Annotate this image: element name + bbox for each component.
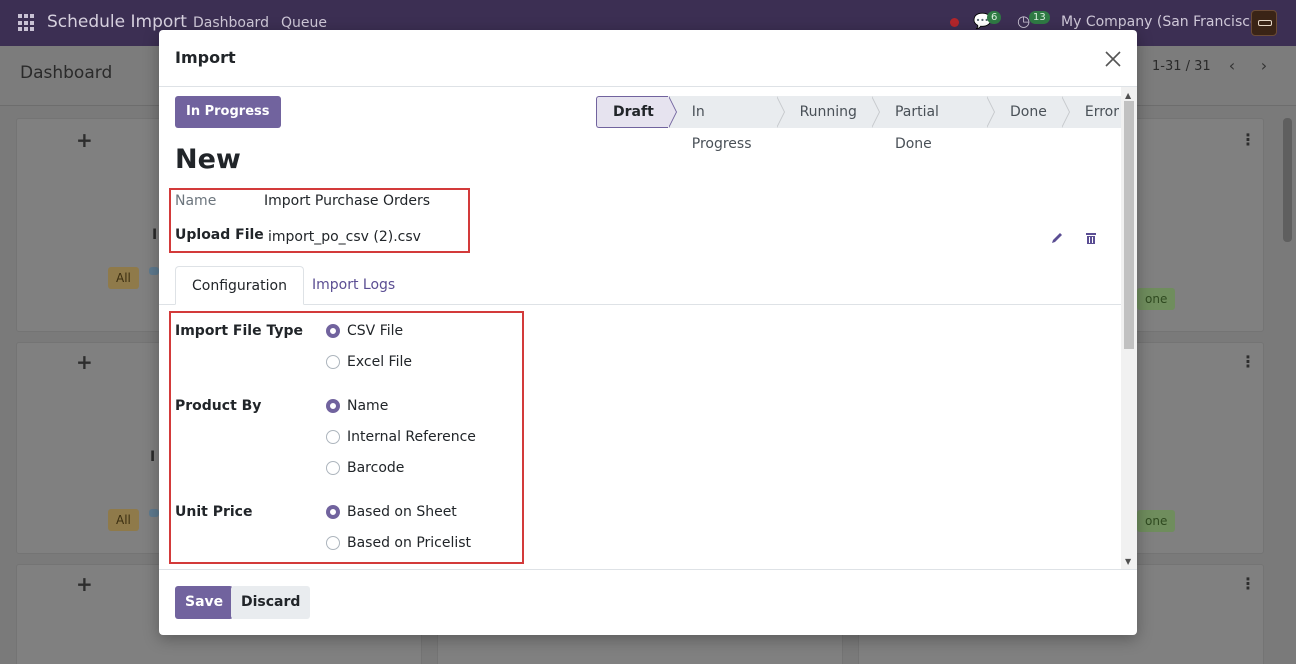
activities-icon[interactable]: ◷ <box>1017 12 1030 30</box>
scroll-down-icon[interactable]: ▼ <box>1125 557 1131 566</box>
radio-unchecked-icon[interactable] <box>326 355 340 369</box>
radio-label: Barcode <box>347 460 405 476</box>
stage-partial-done[interactable]: Partial Done <box>870 96 996 152</box>
upload-file-field[interactable]: import_po_csv (2).csv <box>268 229 421 245</box>
add-icon[interactable]: + <box>76 572 93 596</box>
status-dot-icon <box>950 18 959 27</box>
radio-based-on-pricelist[interactable]: Based on Pricelist <box>326 535 471 551</box>
stage-label: Partial Done <box>894 104 939 152</box>
radio-label: Based on Pricelist <box>347 535 472 551</box>
stage-label: Running <box>799 104 857 120</box>
pager-previous-icon[interactable]: ‹ <box>1219 56 1245 78</box>
radio-unchecked-icon[interactable] <box>326 461 340 475</box>
name-label: Name <box>175 193 217 209</box>
radio-label: Excel File <box>347 354 412 370</box>
radio-checked-icon[interactable] <box>326 505 340 519</box>
dialog-footer: Save Discard <box>159 569 1137 635</box>
card-text-fragment: I <box>152 227 158 243</box>
add-icon[interactable]: + <box>76 128 93 152</box>
upload-file-label: Upload File <box>175 227 264 243</box>
close-icon[interactable] <box>1103 49 1123 69</box>
breadcrumb-title: Dashboard <box>20 63 113 83</box>
radio-label: Internal Reference <box>347 429 476 445</box>
user-avatar[interactable] <box>1251 10 1277 36</box>
kebab-menu-icon[interactable]: ⋮ <box>1240 352 1256 371</box>
stage-label: In Progress <box>691 104 752 152</box>
nav-dashboard[interactable]: Dashboard <box>193 15 269 31</box>
dialog-title: Import <box>175 48 236 67</box>
kebab-menu-icon[interactable]: ⋮ <box>1240 130 1256 149</box>
stage-in-progress[interactable]: In Progress <box>667 96 785 152</box>
radio-label: Name <box>347 398 389 414</box>
delete-file-icon[interactable] <box>1084 231 1098 245</box>
scroll-up-icon[interactable]: ▲ <box>1125 91 1131 100</box>
import-dialog: Import In Progress Draft In Progress Run… <box>159 30 1137 635</box>
apps-menu-icon[interactable] <box>18 14 36 32</box>
edit-file-icon[interactable] <box>1050 231 1064 245</box>
dialog-header: Import <box>159 30 1137 87</box>
notebook-tabs: Configuration Import Logs <box>159 266 1121 305</box>
stage-done[interactable]: Done <box>986 96 1070 128</box>
company-switcher[interactable]: My Company (San Francisco) <box>1061 14 1264 30</box>
tag-all[interactable]: All <box>108 267 139 289</box>
tag-done[interactable]: one <box>1137 510 1176 532</box>
radio-csv-file[interactable]: CSV File <box>326 323 403 339</box>
discard-button[interactable]: Discard <box>231 586 311 619</box>
kebab-menu-icon[interactable]: ⋮ <box>1240 574 1256 593</box>
stage-label: Draft <box>613 104 654 120</box>
save-button[interactable]: Save <box>175 586 234 619</box>
product-by-label: Product By <box>175 398 262 414</box>
app-brand[interactable]: Schedule Import <box>47 12 187 32</box>
messages-count-badge: 6 <box>987 11 1002 24</box>
name-field[interactable]: Import Purchase Orders <box>264 193 430 209</box>
radio-product-name[interactable]: Name <box>326 398 388 414</box>
tag-all[interactable]: All <box>108 509 139 531</box>
tag-blue[interactable] <box>149 267 159 275</box>
tab-configuration[interactable]: Configuration <box>175 266 304 305</box>
in-progress-button[interactable]: In Progress <box>175 96 281 128</box>
radio-based-on-sheet[interactable]: Based on Sheet <box>326 504 457 520</box>
card-text-fragment: I <box>150 449 156 465</box>
record-title: New <box>175 144 241 175</box>
radio-barcode[interactable]: Barcode <box>326 460 404 476</box>
stage-draft[interactable]: Draft <box>596 96 677 128</box>
radio-label: CSV File <box>347 323 404 339</box>
radio-internal-reference[interactable]: Internal Reference <box>326 429 476 445</box>
radio-checked-icon[interactable] <box>326 399 340 413</box>
tag-done[interactable]: one <box>1137 288 1176 310</box>
stage-label: Done <box>1010 104 1047 120</box>
page-scrollbar[interactable] <box>1283 118 1292 242</box>
stage-statusbar: Draft In Progress Running Partial Done D… <box>596 96 1137 152</box>
dialog-scrollbar-thumb[interactable] <box>1124 101 1134 349</box>
add-icon[interactable]: + <box>76 350 93 374</box>
stage-label: Error <box>1084 104 1119 120</box>
pager-next-icon[interactable]: › <box>1251 56 1277 78</box>
nav-queue[interactable]: Queue <box>281 15 327 31</box>
tab-import-logs[interactable]: Import Logs <box>296 266 411 305</box>
radio-excel-file[interactable]: Excel File <box>326 354 412 370</box>
unit-price-label: Unit Price <box>175 504 253 520</box>
radio-unchecked-icon[interactable] <box>326 430 340 444</box>
pager-value[interactable]: 1-31 / 31 <box>1152 59 1211 74</box>
import-file-type-label: Import File Type <box>175 323 303 339</box>
stage-running[interactable]: Running <box>775 96 880 128</box>
radio-unchecked-icon[interactable] <box>326 536 340 550</box>
dialog-body: In Progress Draft In Progress Running Pa… <box>159 87 1137 569</box>
activities-count-badge: 13 <box>1029 11 1050 24</box>
radio-label: Based on Sheet <box>347 504 457 520</box>
tag-blue[interactable] <box>149 509 159 517</box>
radio-checked-icon[interactable] <box>326 324 340 338</box>
